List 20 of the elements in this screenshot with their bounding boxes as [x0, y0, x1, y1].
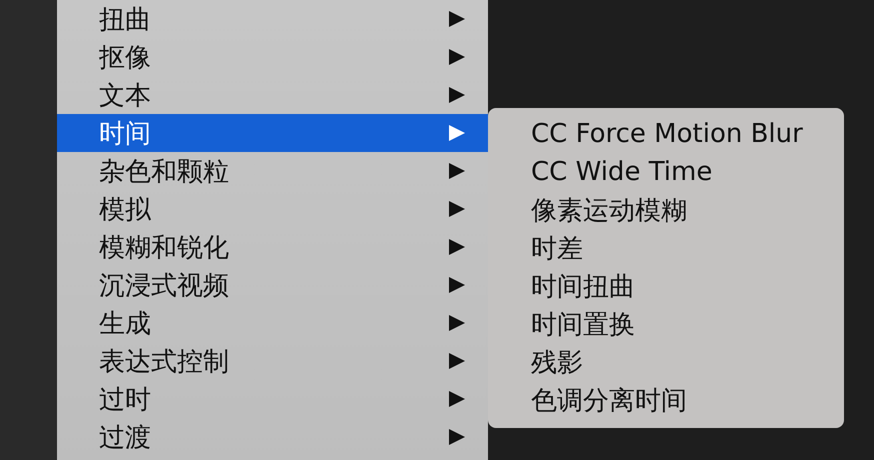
submenu-item[interactable]: 时间置换 [488, 305, 844, 343]
menu-item[interactable]: 杂色和颗粒 [57, 152, 488, 190]
menu-item[interactable]: 抠像 [57, 38, 488, 76]
menu-item[interactable]: 表达式控制 [57, 342, 488, 380]
menu-item[interactable]: 扭曲 [57, 0, 488, 38]
submenu-item[interactable]: 残影 [488, 343, 844, 381]
submenu-item[interactable]: 像素运动模糊 [488, 191, 844, 229]
menu-item[interactable]: 模拟 [57, 190, 488, 228]
submenu-item[interactable]: CC Force Motion Blur [488, 115, 844, 153]
menu-item[interactable]: 过时 [57, 380, 488, 418]
menu-item[interactable]: 过渡 [57, 418, 488, 456]
submenu-item[interactable]: CC Wide Time [488, 153, 844, 191]
submenu-item[interactable]: 时间扭曲 [488, 267, 844, 305]
menu-item[interactable]: 时间 [57, 114, 488, 152]
menu-item[interactable]: 文本 [57, 76, 488, 114]
menu-item[interactable]: 生成 [57, 304, 488, 342]
submenu-item[interactable]: 色调分离时间 [488, 381, 844, 419]
menu-item[interactable]: 沉浸式视频 [57, 266, 488, 304]
menu-item[interactable]: 模糊和锐化 [57, 228, 488, 266]
submenu-item[interactable]: 时差 [488, 229, 844, 267]
